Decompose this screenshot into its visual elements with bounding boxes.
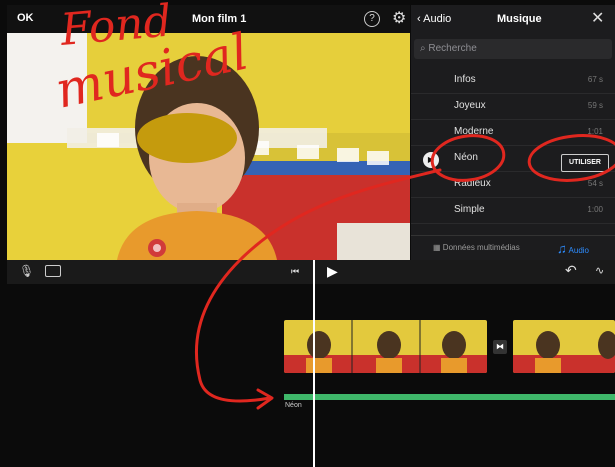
waveform-icon[interactable]: ∿: [595, 264, 604, 277]
tab-media[interactable]: ▦ Données multimédias: [433, 243, 520, 252]
track-duration: 59 s: [587, 101, 603, 110]
tab-media-label: Données multimédias: [442, 243, 520, 252]
clip-thumbnails: [513, 320, 615, 373]
video-frame-image: [7, 33, 410, 260]
timeline-toolbar: 🎙︎ ⏮ ▶ ↶ ∿: [7, 260, 615, 284]
help-icon[interactable]: ?: [364, 11, 380, 27]
track-duration: 54 s: [587, 179, 603, 188]
music-panel: ‹ Audio Musique ✕ ⌕ Recherche Infos 67 s…: [411, 5, 615, 260]
panel-title: Musique: [497, 13, 542, 25]
camera-icon[interactable]: [45, 265, 61, 277]
track-name: Joyeux: [454, 100, 486, 111]
gear-icon[interactable]: ⚙: [392, 8, 406, 28]
track-row[interactable]: Infos 67 s: [411, 67, 615, 94]
search-placeholder: Recherche: [428, 43, 477, 54]
panel-tab-bar: ▦ Données multimédias ♫ Audio: [411, 235, 615, 261]
audio-track-label: Néon: [285, 402, 302, 409]
microphone-icon[interactable]: 🎙︎: [19, 264, 34, 278]
track-duration: 1:00: [587, 205, 603, 214]
video-clip[interactable]: [513, 320, 615, 373]
track-row[interactable]: Joyeux 59 s: [411, 93, 615, 120]
project-title: Mon film 1: [192, 13, 247, 25]
track-row[interactable]: Moderne 1:01: [411, 119, 615, 146]
timeline[interactable]: 🎙︎ ⏮ ▶ ↶ ∿ ⧓ Néon: [7, 260, 615, 467]
film-icon: ▦: [433, 243, 441, 252]
play-icon[interactable]: ▶: [327, 263, 338, 280]
track-name: Néon: [454, 152, 478, 163]
playhead[interactable]: [313, 260, 315, 467]
track-duration: 67 s: [587, 75, 603, 84]
search-icon: ⌕: [420, 43, 426, 54]
track-duration: 1:01: [587, 127, 603, 136]
back-label: Audio: [423, 13, 452, 25]
music-note-icon: ♫: [557, 241, 567, 256]
track-name: Moderne: [454, 126, 494, 137]
transition-icon[interactable]: ⧓: [493, 340, 507, 354]
audio-track[interactable]: [284, 394, 615, 400]
search-input[interactable]: ⌕ Recherche: [414, 39, 612, 59]
top-bar: OK Mon film 1 ? ⚙: [7, 5, 410, 33]
tab-audio-label: Audio: [568, 246, 589, 255]
preview-play-icon[interactable]: ▶: [423, 152, 439, 168]
track-row[interactable]: Simple 1:00: [411, 197, 615, 224]
track-name: Radieux: [454, 178, 491, 189]
tab-audio[interactable]: ♫ Audio: [557, 241, 589, 256]
undo-icon[interactable]: ↶: [565, 262, 577, 279]
close-icon[interactable]: ✕: [591, 8, 604, 28]
ok-button[interactable]: OK: [17, 12, 34, 24]
use-button[interactable]: UTILISER: [561, 154, 609, 172]
track-row[interactable]: Radieux 54 s: [411, 171, 615, 198]
video-preview: [7, 33, 410, 260]
back-button[interactable]: ‹ Audio: [417, 13, 451, 25]
track-name: Infos: [454, 74, 476, 85]
skip-back-icon[interactable]: ⏮: [291, 266, 299, 277]
track-name: Simple: [454, 204, 485, 215]
